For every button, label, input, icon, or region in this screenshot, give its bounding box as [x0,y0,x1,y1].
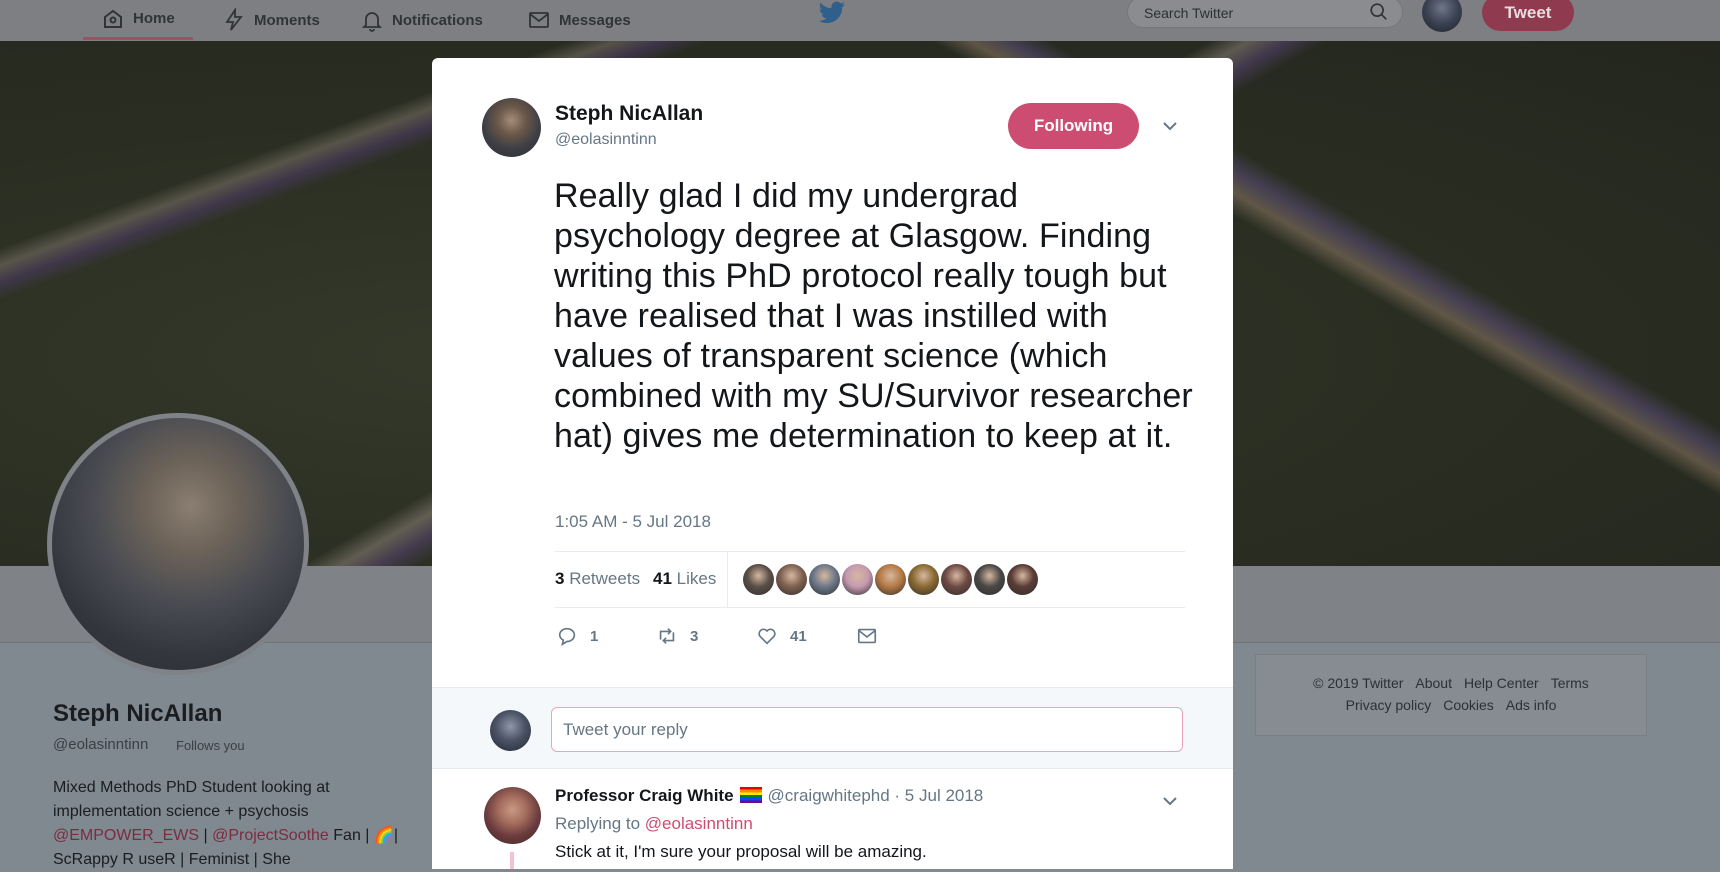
search-icon[interactable] [1368,1,1390,23]
reply-author-name[interactable]: Professor Craig White [555,786,734,805]
retweets-count: 3 [555,569,565,588]
reply-author-avatar[interactable] [484,787,541,844]
chevron-down-icon[interactable] [1160,791,1180,811]
tweet-author-avatar[interactable] [482,98,541,157]
bio-line-3: @EMPOWER_EWS | @ProjectSoothe Fan | 🌈| [53,824,423,848]
nav-home-label: Home [133,10,175,27]
divider [555,551,1185,552]
bio-line-1: Mixed Methods PhD Student looking at [53,779,330,796]
lightning-icon [225,8,243,31]
bell-icon [361,12,383,32]
liker-avatar[interactable] [776,564,807,595]
tweet-button[interactable]: Tweet [1482,0,1574,31]
profile-handle[interactable]: @eolasinntinn [53,736,148,753]
profile-name[interactable]: Steph NicAllan [53,700,222,728]
profile-avatar[interactable] [47,413,309,675]
site-footer: © 2019 Twitter About Help Center Terms Priv… [1255,654,1647,736]
footer-help-link[interactable]: Help Center [1464,675,1539,691]
divider [555,607,1185,608]
replying-prefix: Replying to [555,814,645,833]
chevron-down-icon[interactable] [1160,116,1180,136]
dm-action[interactable] [856,625,878,647]
nav-home[interactable]: Home [83,0,193,40]
liker-avatar[interactable] [809,564,840,595]
reply-action[interactable]: 1 [556,625,598,647]
replying-to-mention[interactable]: @eolasinntinn [645,814,753,833]
liker-avatar[interactable] [875,564,906,595]
account-avatar[interactable] [1422,0,1462,32]
reply-handle-date[interactable]: @craigwhitephd · 5 Jul 2018 [768,786,984,805]
footer-cookies-link[interactable]: Cookies [1443,697,1494,713]
tweet-author-name[interactable]: Steph NicAllan [555,102,703,126]
liker-avatar[interactable] [974,564,1005,595]
twitter-bird-icon[interactable] [818,1,846,25]
footer-ads-link[interactable]: Ads info [1506,697,1557,713]
liker-avatar[interactable] [908,564,939,595]
retweets-stat[interactable]: 3 Retweets [555,569,640,589]
nav-moments[interactable]: Moments [222,0,320,40]
bio-after: Fan | 🌈| [328,827,398,844]
liker-avatar[interactable] [941,564,972,595]
retweets-label: Retweets [569,569,641,588]
envelope-icon [857,628,877,644]
nav-notifications-label: Notifications [392,11,483,29]
reply-count: 1 [590,627,599,645]
retweet-icon [659,628,675,644]
likes-count: 41 [653,569,672,588]
heart-icon [758,628,776,645]
bio-separator: | [199,827,213,844]
footer-privacy-link[interactable]: Privacy policy [1346,697,1432,713]
reply-header: Professor Craig White @craigwhitephd · 5 … [555,786,983,806]
retweet-action[interactable]: 3 [656,625,698,647]
follows-you-badge: Follows you [176,738,245,753]
search-input[interactable] [1142,2,1366,24]
profile-bio: Mixed Methods PhD Student looking at imp… [53,776,423,872]
bio-mention-projectsoothe[interactable]: @ProjectSoothe [212,827,329,844]
footer-terms-link[interactable]: Terms [1551,675,1589,691]
footer-copyright: © 2019 Twitter [1313,675,1404,691]
tweet-timestamp[interactable]: 1:05 AM - 5 Jul 2018 [555,512,711,532]
liker-avatar[interactable] [842,564,873,595]
search-box [1127,0,1403,28]
likes-stat[interactable]: 41 Likes [653,569,716,589]
reply-icon [558,627,576,646]
replying-to: Replying to @eolasinntinn [555,814,753,834]
likes-label: Likes [676,569,717,588]
footer-about-link[interactable]: About [1415,675,1452,691]
reply-input[interactable] [551,707,1183,752]
tweet-text: Really glad I did my undergrad psycholog… [554,177,1193,455]
reply-composer [432,687,1233,769]
home-icon [104,9,122,28]
my-avatar [490,710,531,751]
nav-moments-label: Moments [254,11,320,29]
nav-messages[interactable]: Messages [527,0,631,40]
tweet-modal: Steph NicAllan @eolasinntinn Following R… [432,58,1233,869]
rainbow-flag-icon [739,787,762,803]
like-count: 41 [790,627,807,645]
envelope-icon [529,12,549,28]
liker-avatar[interactable] [1007,564,1038,595]
bio-line-2: implementation science + psychosis [53,803,309,820]
liker-avatar[interactable] [743,564,774,595]
tweet-author-handle[interactable]: @eolasinntinn [555,131,657,149]
following-button[interactable]: Following [1008,103,1139,149]
retweet-count: 3 [690,627,699,645]
like-action[interactable]: 41 [756,625,807,647]
nav-notifications[interactable]: Notifications [360,0,483,40]
reply-text: Stick at it, I'm sure your proposal will… [555,842,927,861]
stats-separator [727,551,728,607]
bio-line-4: ScRappy R useR | Feminist | She [53,851,291,868]
thread-line [510,852,514,869]
nav-messages-label: Messages [559,11,631,29]
top-navigation: Home Moments Notifications Messages Twee… [0,0,1720,42]
bio-mention-empower[interactable]: @EMPOWER_EWS [53,827,199,844]
